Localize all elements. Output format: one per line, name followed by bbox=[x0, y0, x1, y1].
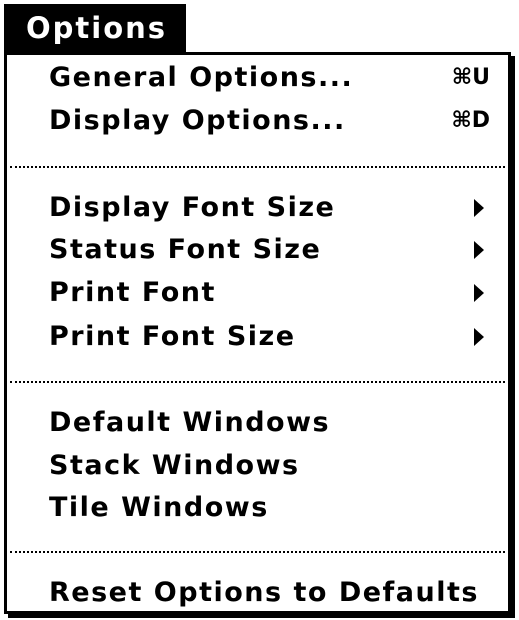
menu-item-reset-options[interactable]: Reset Options to Defaults bbox=[49, 573, 500, 613]
submenu-arrow-icon bbox=[474, 241, 484, 259]
menu-item-label: Print Font bbox=[49, 277, 216, 308]
menu-item-label: Status Font Size bbox=[49, 234, 322, 265]
menu-item-label: Stack Windows bbox=[49, 450, 300, 481]
menu-item-display-font-size[interactable]: Display Font Size bbox=[49, 188, 494, 228]
menu-item-label: Display Font Size bbox=[49, 192, 336, 223]
submenu-arrow-icon bbox=[474, 328, 484, 346]
menu-item-print-font-size[interactable]: Print Font Size bbox=[49, 317, 494, 357]
menu-item-label: General Options... bbox=[49, 62, 354, 93]
menu-item-stack-windows[interactable]: Stack Windows bbox=[49, 446, 494, 486]
menu-item-print-font[interactable]: Print Font bbox=[49, 273, 494, 313]
shortcut-label: ⌘U bbox=[451, 65, 490, 90]
menu-item-label: Print Font Size bbox=[49, 321, 296, 352]
menu-separator bbox=[10, 166, 505, 168]
menu-item-label: Reset Options to Defaults bbox=[49, 577, 479, 608]
menu-item-general-options[interactable]: General Options... ⌘U bbox=[49, 58, 494, 98]
menu-item-default-windows[interactable]: Default Windows bbox=[49, 403, 494, 443]
menu-separator bbox=[10, 551, 505, 553]
submenu-arrow-icon bbox=[474, 199, 484, 217]
menu-separator bbox=[10, 381, 505, 383]
menu-title-options[interactable]: Options bbox=[4, 4, 186, 52]
menu-item-label: Display Options... bbox=[49, 105, 346, 136]
submenu-arrow-icon bbox=[474, 284, 484, 302]
menu-item-label: Default Windows bbox=[49, 407, 331, 438]
options-dropdown-menu: General Options... ⌘U Display Options...… bbox=[4, 52, 511, 614]
menu-item-label: Tile Windows bbox=[49, 492, 269, 523]
menu-item-display-options[interactable]: Display Options... ⌘D bbox=[49, 101, 494, 141]
shortcut-label: ⌘D bbox=[451, 108, 490, 133]
menu-item-tile-windows[interactable]: Tile Windows bbox=[49, 488, 494, 528]
menu-item-status-font-size[interactable]: Status Font Size bbox=[49, 230, 494, 270]
